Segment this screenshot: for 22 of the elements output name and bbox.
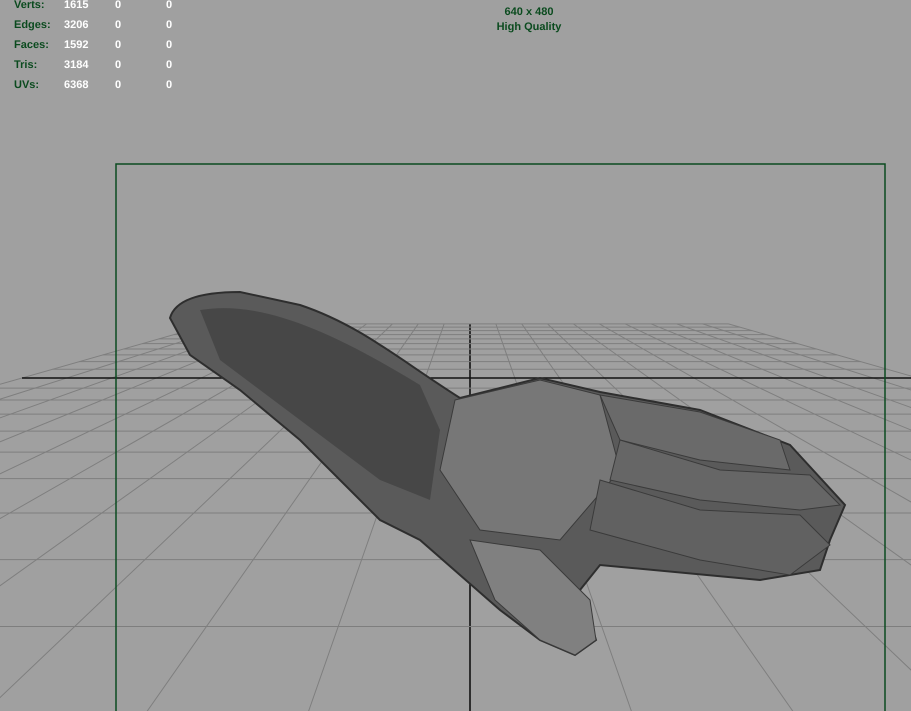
stat-value: 6368 [64, 79, 90, 91]
stat-value: 3206 [64, 19, 90, 31]
stat-value: 0 [166, 0, 174, 11]
stat-value: 1592 [64, 39, 90, 51]
quality-label: High Quality [496, 20, 562, 35]
stat-label: UVs: [14, 79, 40, 91]
stat-value: 0 [115, 59, 122, 71]
stat-value: 0 [115, 39, 122, 51]
stat-value: 0 [115, 0, 122, 11]
stat-value: 1615 [64, 0, 90, 11]
stat-label: Verts: [14, 0, 46, 11]
stat-value: 0 [166, 79, 174, 91]
stat-label: Tris: [14, 59, 38, 71]
stat-label: Edges: [14, 19, 52, 31]
stat-value: 0 [166, 39, 174, 51]
resolution-label: 640 x 480 [504, 5, 554, 20]
stat-label: Faces: [14, 39, 50, 51]
stat-value: 0 [115, 19, 122, 31]
stat-value: 3184 [64, 59, 90, 71]
stat-value: 0 [166, 59, 174, 71]
stat-value: 0 [115, 79, 122, 91]
stat-value: 0 [166, 19, 174, 31]
